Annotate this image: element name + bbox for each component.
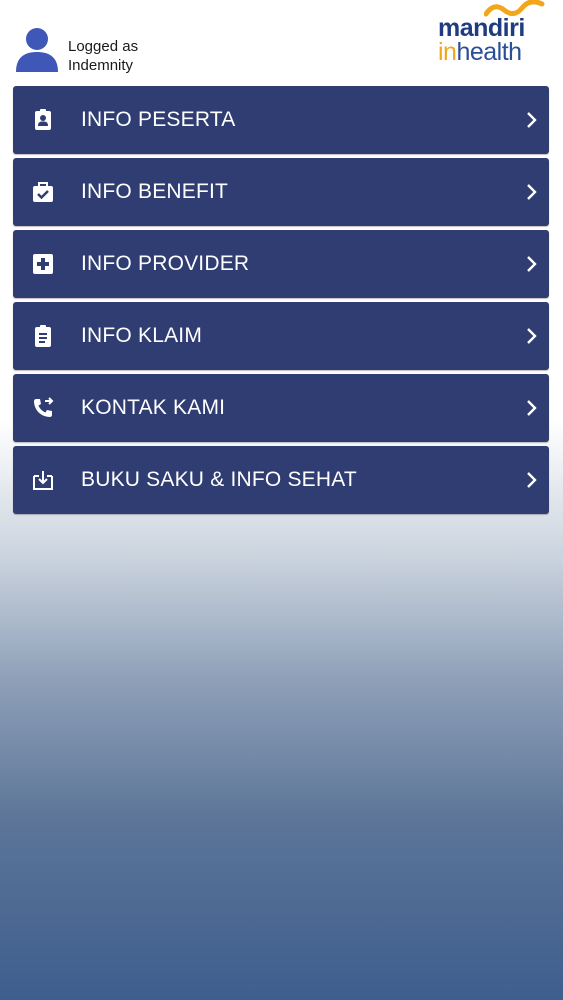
chevron-right-icon <box>527 472 537 488</box>
menu-item-info-klaim[interactable]: INFO KLAIM <box>13 302 549 370</box>
phone-forward-icon <box>34 397 54 417</box>
login-status: Logged as Indemnity <box>68 37 138 75</box>
menu-item-label: KONTAK KAMI <box>81 396 226 419</box>
app-header: Logged as Indemnity mandiri inhealth <box>0 0 563 84</box>
chevron-right-icon <box>527 400 537 416</box>
chevron-right-icon <box>527 256 537 272</box>
menu-item-info-peserta[interactable]: INFO PESERTA <box>13 86 549 154</box>
clipboard-list-icon <box>35 325 51 347</box>
menu-item-kontak-kami[interactable]: KONTAK KAMI <box>13 374 549 442</box>
menu-item-label: INFO KLAIM <box>81 324 203 347</box>
download-tray-icon <box>33 471 53 490</box>
user-avatar-icon[interactable] <box>14 26 60 72</box>
logo-wordmark-bottom: inhealth <box>438 38 522 67</box>
logo-in-text: in <box>438 38 457 66</box>
menu-item-label: INFO PESERTA <box>81 108 236 131</box>
menu-item-label: INFO PROVIDER <box>81 252 250 275</box>
mandiri-inhealth-logo: mandiri inhealth <box>436 0 554 70</box>
menu-item-info-benefit[interactable]: INFO BENEFIT <box>13 158 549 226</box>
menu-item-info-provider[interactable]: INFO PROVIDER <box>13 230 549 298</box>
chevron-right-icon <box>527 328 537 344</box>
menu-item-label: BUKU SAKU & INFO SEHAT <box>81 468 357 491</box>
medical-bag-check-icon <box>33 182 53 202</box>
menu-item-label: INFO BENEFIT <box>81 180 229 203</box>
chevron-right-icon <box>527 184 537 200</box>
login-label: Logged as <box>68 38 139 55</box>
logo-health-text: health <box>456 38 522 66</box>
login-role: Indemnity <box>68 57 134 74</box>
chevron-right-icon <box>527 112 537 128</box>
hospital-plus-icon <box>33 254 53 274</box>
id-badge-icon <box>35 109 51 130</box>
main-menu: INFO PESERTA INFO BENEFIT INFO PROVIDER … <box>13 86 549 518</box>
menu-item-buku-saku[interactable]: BUKU SAKU & INFO SEHAT <box>13 446 549 514</box>
